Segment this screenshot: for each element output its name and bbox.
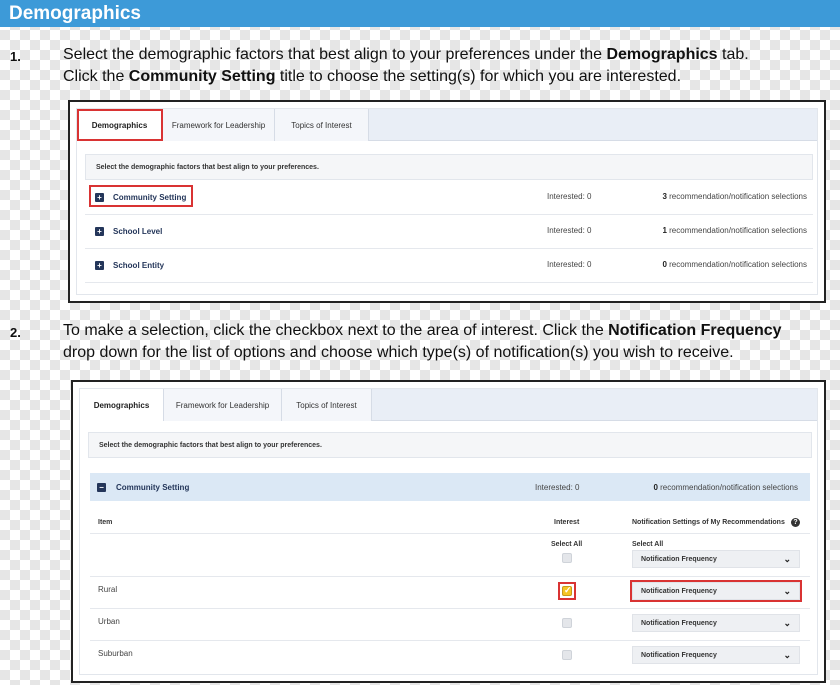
notification-frequency-select-all[interactable]: Notification Frequency ⌄: [632, 550, 800, 568]
row-school-level[interactable]: + School Level Interested: 0 1 recommend…: [85, 215, 813, 249]
select-all-notification-label: Select All: [632, 541, 664, 548]
highlight-box: [89, 185, 193, 207]
tab-topics-of-interest[interactable]: Topics of Interest: [275, 109, 369, 141]
tab-framework-for-leadership[interactable]: Framework for Leadership: [164, 389, 282, 421]
step-2-text: To make a selection, click the checkbox …: [63, 322, 782, 361]
chevron-down-icon: ⌄: [783, 650, 791, 660]
tab-bar: Demographics Framework for Leadership To…: [77, 109, 817, 141]
item-label-rural: Rural: [98, 585, 118, 594]
help-icon[interactable]: ?: [791, 518, 800, 527]
divider: [90, 608, 810, 609]
row-label[interactable]: School Entity: [113, 261, 164, 270]
divider: [90, 640, 810, 641]
column-header-item: Item: [98, 519, 113, 526]
tab-topics-of-interest[interactable]: Topics of Interest: [282, 389, 372, 421]
page-title: Demographics: [0, 0, 840, 27]
item-label-urban: Urban: [98, 617, 120, 626]
chevron-down-icon: ⌄: [783, 554, 791, 564]
panel-1-content: Demographics Framework for Leadership To…: [76, 108, 818, 295]
select-all-interest-label: Select All: [551, 541, 583, 548]
instruction-text: Select the demographic factors that best…: [85, 154, 813, 180]
interest-checkbox-urban[interactable]: [562, 618, 572, 628]
instruction-text: Select the demographic factors that best…: [88, 432, 812, 458]
divider: [90, 576, 810, 577]
select-value: Notification Frequency: [641, 619, 717, 627]
recommendation-count: 0 recommendation/notification selections: [653, 483, 798, 492]
plus-square-icon[interactable]: +: [95, 261, 104, 270]
select-value: Notification Frequency: [641, 651, 717, 659]
select-all-checkbox[interactable]: [562, 553, 572, 563]
panel-2-screenshot: Demographics Framework for Leadership To…: [71, 380, 826, 683]
interested-count: Interested: 0: [547, 192, 592, 201]
tab-demographics[interactable]: Demographics: [80, 389, 164, 421]
select-value: Notification Frequency: [641, 555, 717, 563]
divider: [90, 533, 810, 534]
tab-framework-for-leadership[interactable]: Framework for Leadership: [163, 109, 275, 141]
interested-count: Interested: 0: [535, 483, 580, 492]
section-header-community-setting[interactable]: − Community Setting Interested: 0 0 reco…: [90, 473, 810, 501]
interested-count: Interested: 0: [547, 226, 592, 235]
notification-frequency-urban[interactable]: Notification Frequency ⌄: [632, 614, 800, 632]
panel-1-screenshot: Demographics Framework for Leadership To…: [68, 100, 826, 303]
highlight-box: [558, 582, 576, 600]
row-community-setting[interactable]: + Community Setting Interested: 0 3 reco…: [85, 181, 813, 215]
minus-square-icon[interactable]: −: [97, 483, 106, 492]
panel-2-content: Demographics Framework for Leadership To…: [79, 388, 818, 675]
interested-count: Interested: 0: [547, 260, 592, 269]
plus-square-icon[interactable]: +: [95, 227, 104, 236]
step-1-text: Select the demographic factors that best…: [63, 46, 749, 85]
recommendation-count: 3 recommendation/notification selections: [662, 192, 807, 201]
item-label-suburban: Suburban: [98, 649, 133, 658]
column-header-notification: Notification Settings of My Recommendati…: [632, 519, 785, 526]
recommendation-count: 1 recommendation/notification selections: [662, 226, 807, 235]
notification-frequency-suburban[interactable]: Notification Frequency ⌄: [632, 646, 800, 664]
step-1-number: 1.: [10, 49, 21, 64]
column-header-interest: Interest: [554, 519, 580, 526]
row-label[interactable]: School Level: [113, 227, 162, 236]
interest-checkbox-suburban[interactable]: [562, 650, 572, 660]
section-label[interactable]: Community Setting: [116, 483, 189, 492]
tab-demographics[interactable]: Demographics: [77, 109, 163, 141]
chevron-down-icon: ⌄: [783, 618, 791, 628]
step-2-number: 2.: [10, 325, 21, 340]
row-school-entity[interactable]: + School Entity Interested: 0 0 recommen…: [85, 249, 813, 283]
highlight-box: [630, 580, 802, 602]
recommendation-count: 0 recommendation/notification selections: [662, 260, 807, 269]
tab-bar: Demographics Framework for Leadership To…: [80, 389, 817, 421]
